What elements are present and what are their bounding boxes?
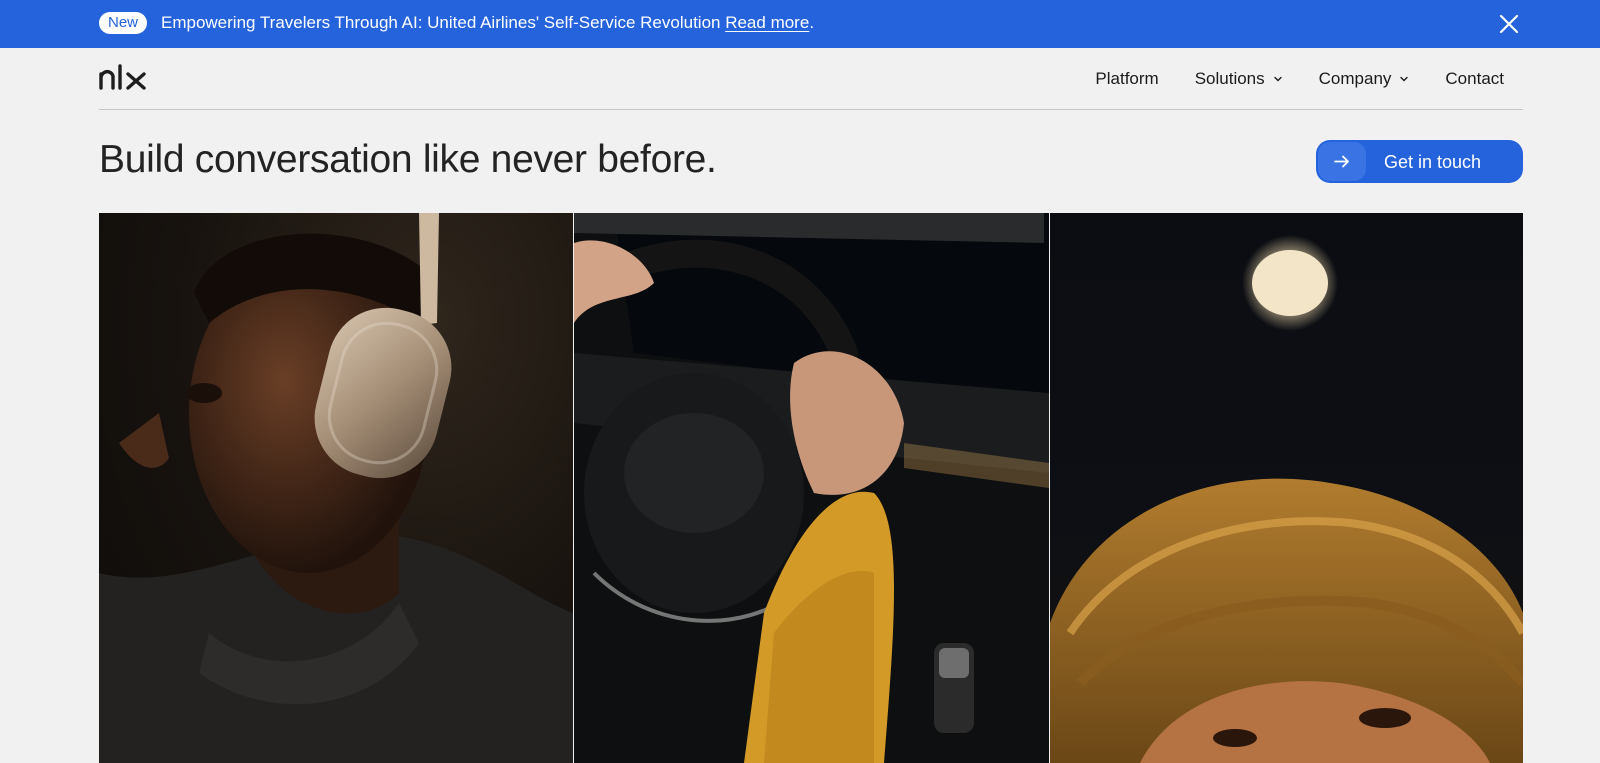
- nav-company[interactable]: Company: [1319, 69, 1410, 89]
- announcement-text: Empowering Travelers Through AI: United …: [161, 12, 814, 34]
- read-more-link[interactable]: Read more: [725, 13, 809, 32]
- chevron-down-icon: [1400, 76, 1409, 81]
- nlx-logo[interactable]: [99, 64, 149, 90]
- nav-solutions[interactable]: Solutions: [1195, 69, 1283, 89]
- new-badge: New: [99, 12, 148, 34]
- get-in-touch-label: Get in touch: [1384, 152, 1482, 172]
- nav-platform[interactable]: Platform: [1095, 69, 1158, 89]
- hero-image-grid: [99, 213, 1523, 763]
- nav-contact[interactable]: Contact: [1445, 69, 1504, 89]
- announcement-period: .: [809, 13, 815, 32]
- nav-solutions-label: Solutions: [1194, 68, 1265, 88]
- hero-title: Build conversation like never before.: [99, 138, 717, 181]
- announcement-banner: New Empowering Travelers Through AI: Uni…: [0, 0, 1600, 48]
- nav-contact-label: Contact: [1445, 68, 1504, 88]
- astronaut-helmet-under-moon-photo: [1050, 213, 1523, 763]
- arrow-right-icon: [1318, 142, 1366, 181]
- announcement-message: Empowering Travelers Through AI: United …: [161, 13, 726, 32]
- hands-on-steering-wheel-photo: [574, 213, 1049, 763]
- site-header: Platform Solutions Company Contact: [99, 48, 1523, 110]
- person-with-headphones-photo: [99, 213, 573, 763]
- close-icon[interactable]: [1497, 12, 1521, 36]
- chevron-down-icon: [1273, 76, 1282, 81]
- nav-company-label: Company: [1318, 68, 1392, 88]
- nav-platform-label: Platform: [1095, 68, 1159, 88]
- main-nav: Platform Solutions Company Contact: [1059, 48, 1523, 109]
- get-in-touch-button[interactable]: Get in touch: [1316, 140, 1523, 183]
